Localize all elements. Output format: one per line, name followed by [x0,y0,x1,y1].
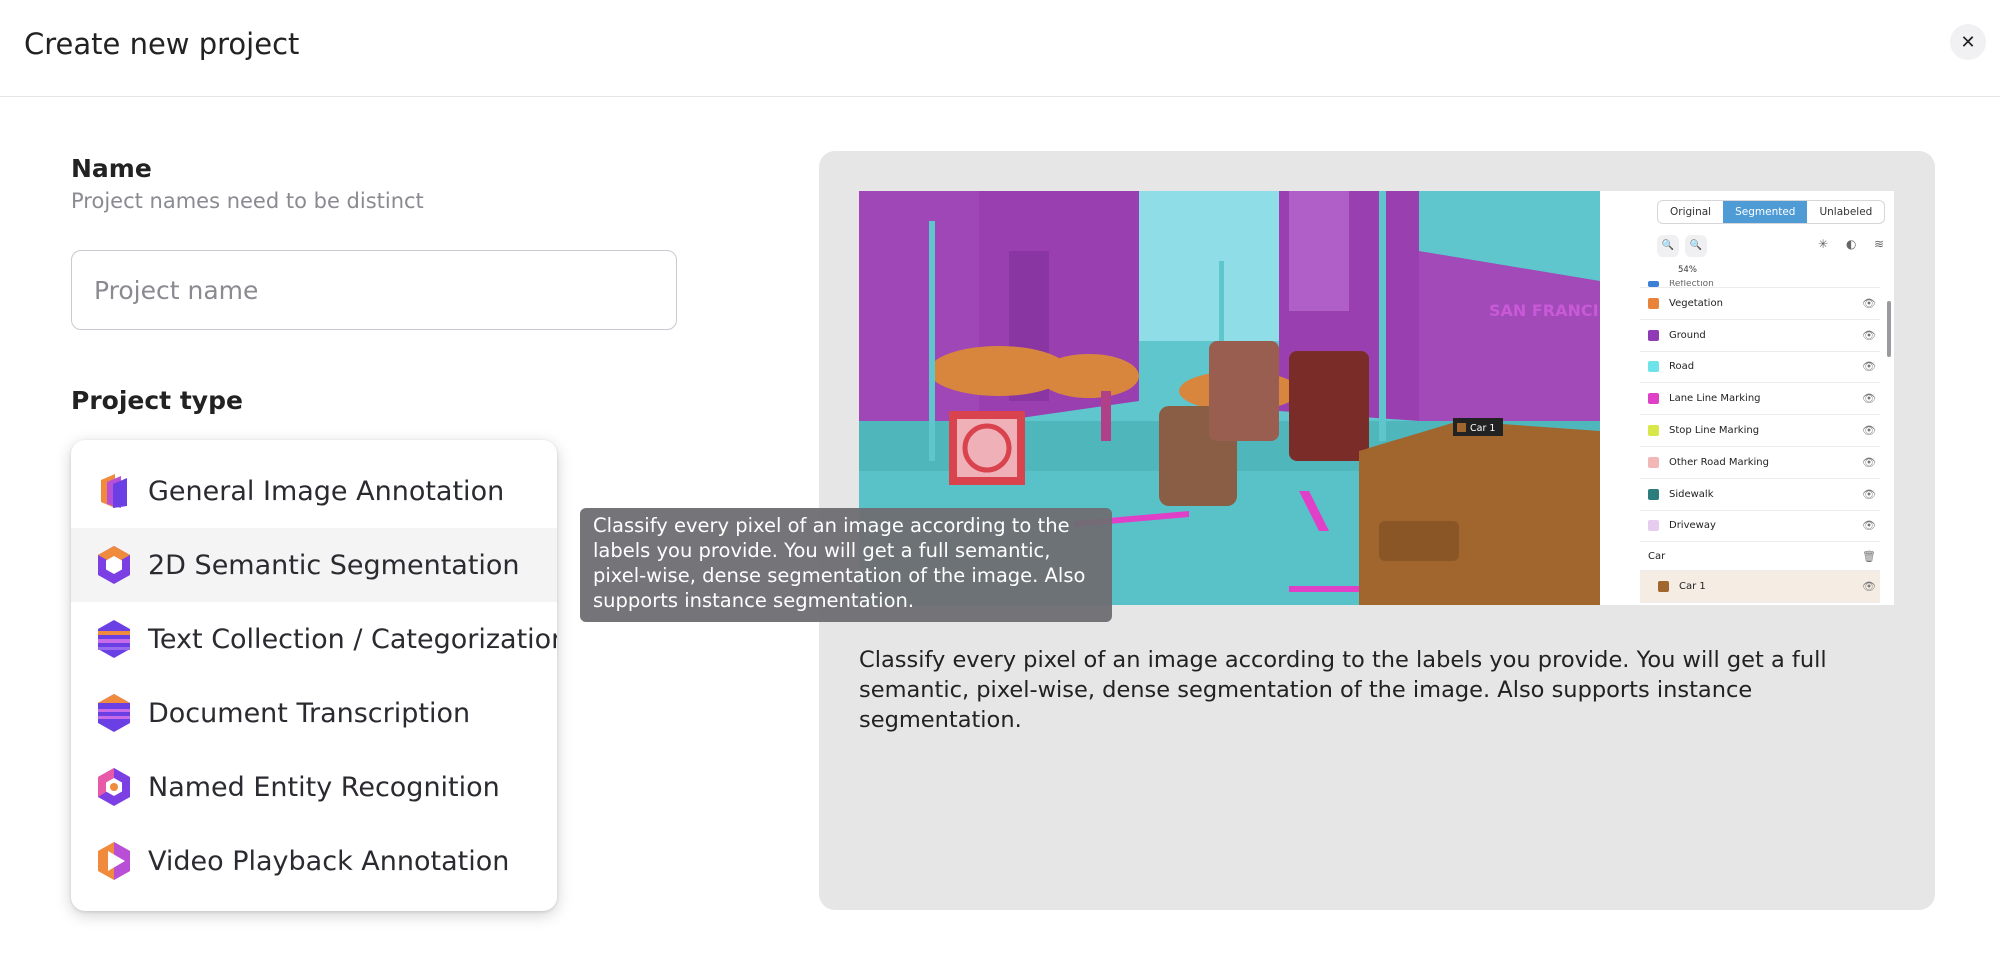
view-toggle: Original Segmented Unlabeled [1657,200,1886,224]
label-name: Road [1669,361,1695,373]
toggle-segmented[interactable]: Segmented [1723,201,1808,223]
hexagon-stripes-icon [98,694,130,732]
label-swatch [1658,581,1669,593]
zoom-out-button[interactable]: 🔍 [1657,235,1679,257]
label-name: Driveway [1669,520,1716,532]
eye-icon[interactable]: 👁 [1862,580,1876,593]
project-type-video-playback-annotation[interactable]: Video Playback Annotation [71,824,557,898]
project-type-label: Project type [71,386,243,415]
project-type-label-text: General Image Annotation [148,475,505,507]
label-name: Ground [1669,329,1706,341]
label-swatch [1648,281,1659,287]
eye-icon[interactable]: 👁 [1862,424,1876,437]
hexagon-ring-icon [98,546,130,584]
close-icon: ✕ [1960,31,1976,53]
eye-icon[interactable]: 👁 [1862,519,1876,532]
hexagon-stripes-icon [98,620,130,658]
label-row[interactable]: Vegetation 👁 [1640,288,1880,320]
name-hint: Project names need to be distinct [71,189,424,213]
instance-name: Car 1 [1679,581,1706,593]
project-type-list: General Image Annotation 2D Semantic Seg… [71,440,557,911]
label-list: Reflection Vegetation 👁 Ground 👁 Road 👁 [1640,280,1880,605]
layers-icon [101,474,127,508]
label-swatch [1648,456,1659,468]
label-row[interactable]: Road 👁 [1640,352,1880,384]
label-swatch [1648,297,1659,309]
label-name: Reflection [1669,280,1714,288]
label-row[interactable]: Other Road Marking 👁 [1640,447,1880,479]
label-row[interactable]: Sidewalk 👁 [1640,479,1880,511]
label-group-car: Car 🗑 [1640,542,1880,572]
name-label: Name [71,154,152,183]
car-instance-tag: Car 1 [1470,423,1495,434]
eye-icon[interactable]: 👁 [1862,360,1876,373]
project-type-description: Classify every pixel of an image accordi… [859,647,1827,733]
zoom-in-icon: 🔍 [1689,240,1703,251]
eye-icon[interactable]: 👁 [1862,488,1876,501]
dialog-header: Create new project ✕ [0,0,2000,97]
label-name: Vegetation [1669,297,1723,309]
label-list-scrollbar[interactable] [1887,301,1891,357]
project-type-label-text: Document Transcription [148,697,471,729]
project-type-label-text: Named Entity Recognition [148,771,500,803]
zoom-out-icon: 🔍 [1661,240,1675,251]
label-swatch [1648,520,1659,532]
project-type-named-entity-recognition[interactable]: Named Entity Recognition [71,750,557,824]
label-swatch [1648,361,1659,373]
project-type-document-transcription[interactable]: Document Transcription [71,676,557,750]
label-name: Other Road Marking [1669,456,1769,468]
toggle-original[interactable]: Original [1658,201,1723,223]
zoom-level: 54% [1678,265,1697,275]
label-swatch [1648,488,1659,500]
toggle-unlabeled[interactable]: Unlabeled [1807,201,1884,223]
layers-icon[interactable]: ≋ [1874,237,1884,251]
dialog-title: Create new project [24,27,300,61]
label-group-name: Car [1648,550,1666,562]
label-panel: Original Segmented Unlabeled 🔍 🔍 ✳ ◐ ≋ 5… [1600,191,1894,605]
project-type-text-collection[interactable]: Text Collection / Categorization [71,602,557,676]
project-type-tooltip: Classify every pixel of an image accordi… [580,508,1112,622]
project-type-2d-semantic-segmentation[interactable]: 2D Semantic Segmentation [71,528,557,602]
contrast-icon[interactable]: ◐ [1846,237,1856,251]
project-type-general-image-annotation[interactable]: General Image Annotation [71,454,557,528]
project-type-label-text: Text Collection / Categorization [148,623,557,655]
eye-icon[interactable]: 👁 [1862,456,1876,469]
label-row[interactable]: Stop Line Marking 👁 [1640,415,1880,447]
eye-icon[interactable]: 👁 [1862,392,1876,405]
label-swatch [1648,329,1659,341]
project-type-label-text: 2D Semantic Segmentation [148,549,520,581]
building-sign-text: SAN FRANCISC [1489,301,1600,320]
label-name: Sidewalk [1669,488,1714,500]
project-type-label-text: Video Playback Annotation [148,845,510,877]
label-row[interactable]: Reflection [1640,280,1880,288]
trash-icon[interactable]: 🗑 [1862,550,1876,563]
label-name: Stop Line Marking [1669,425,1760,437]
play-icon [98,842,130,880]
project-name-input[interactable] [71,250,677,330]
hexagon-dot-icon [98,768,130,806]
label-row[interactable]: Driveway 👁 [1640,511,1880,543]
label-row[interactable]: Ground 👁 [1640,320,1880,352]
instance-row-car-1[interactable]: Car 1 👁 [1640,571,1880,604]
eye-icon[interactable]: 👁 [1862,329,1876,342]
sparkle-icon[interactable]: ✳ [1818,237,1828,251]
zoom-in-button[interactable]: 🔍 [1685,235,1707,257]
label-name: Lane Line Marking [1669,393,1761,405]
label-row[interactable]: Lane Line Marking 👁 [1640,383,1880,416]
close-button[interactable]: ✕ [1950,24,1986,60]
eye-icon[interactable]: 👁 [1862,297,1876,310]
label-swatch [1648,425,1659,437]
label-swatch [1648,393,1659,405]
